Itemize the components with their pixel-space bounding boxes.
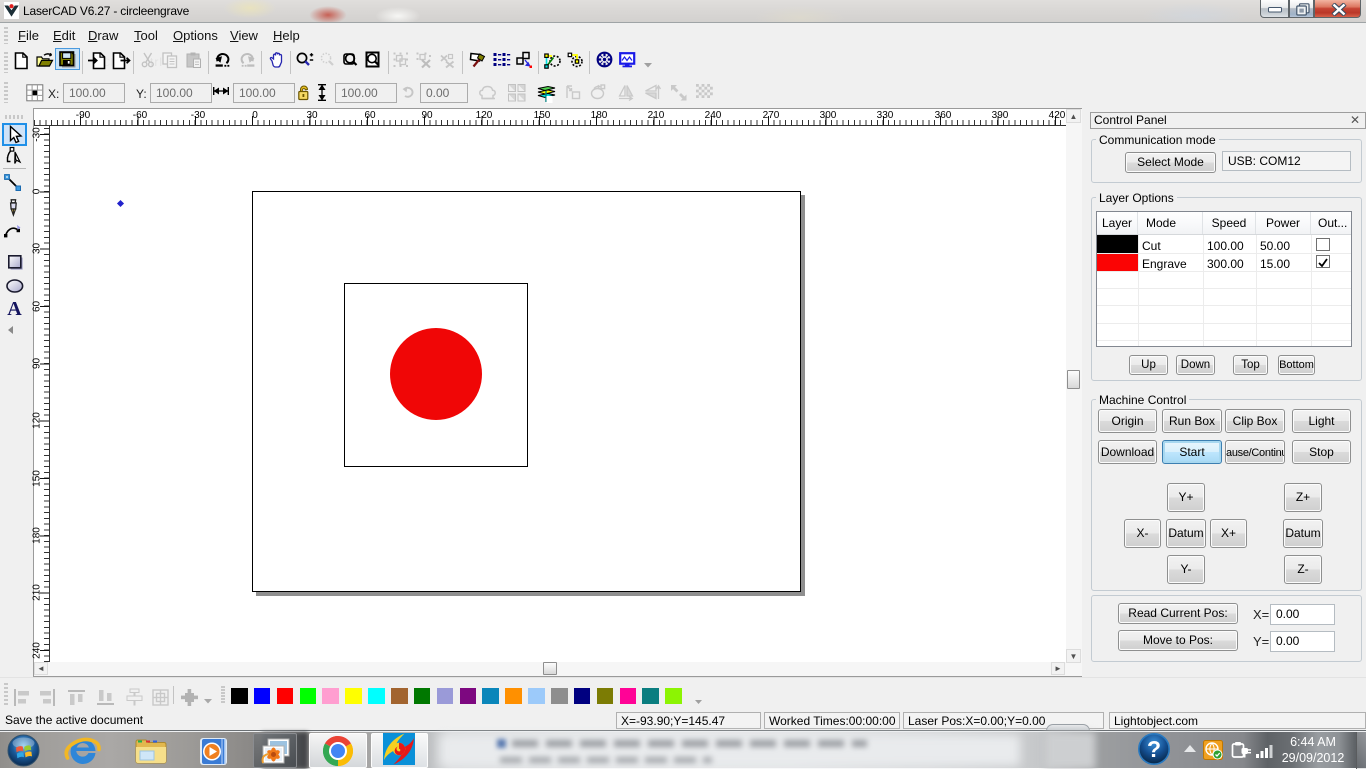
svg-text:A: A <box>7 298 22 320</box>
svg-text:?: ? <box>1147 736 1161 762</box>
